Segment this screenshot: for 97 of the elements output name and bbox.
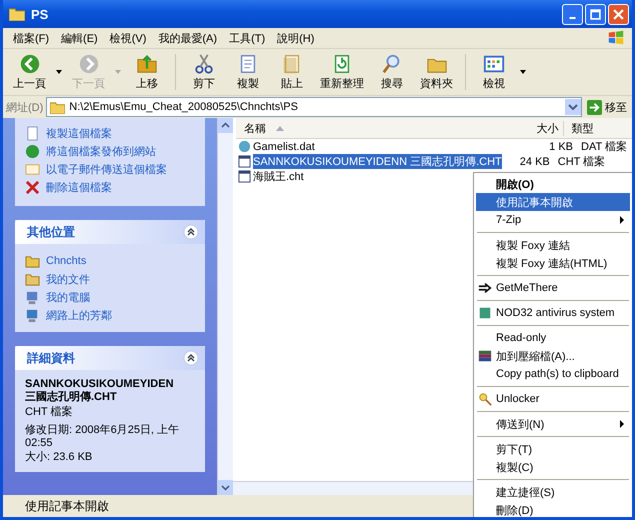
file-name: SANNKOKUSIKOUMEYIDEN 三國志孔明傳.CHT xyxy=(25,378,175,404)
menu-item[interactable]: 複製 Foxy 連結 xyxy=(476,236,630,254)
collapse-icon[interactable] xyxy=(183,224,199,240)
paste-button[interactable]: 貼上 xyxy=(270,51,314,93)
folders-button[interactable]: 資料夾 xyxy=(414,51,459,93)
collapse-icon[interactable] xyxy=(183,350,199,366)
refresh-button[interactable]: 重新整理 xyxy=(314,51,370,93)
menu-item[interactable]: 工具(T) xyxy=(223,30,272,46)
menu-item[interactable]: 7-Zip xyxy=(476,211,630,229)
computer-icon xyxy=(25,290,40,304)
folder-icon xyxy=(50,100,66,114)
menu-item[interactable]: 使用記事本開啟 xyxy=(476,193,630,211)
file-type: CHT 檔案 xyxy=(25,406,74,419)
menu-item[interactable]: 開啟(O) xyxy=(476,175,630,193)
scroll-down-icon[interactable] xyxy=(218,480,233,495)
panel-title: 詳細資料 xyxy=(27,350,75,366)
menu-item[interactable]: Read-only xyxy=(476,329,630,347)
views-button[interactable]: 檢視 xyxy=(472,51,516,93)
arrow-circle-icon xyxy=(18,53,40,75)
menu-item[interactable]: Unlocker xyxy=(476,390,630,408)
arrow-icon xyxy=(587,100,602,114)
document-icon xyxy=(238,155,251,168)
globe-icon xyxy=(25,144,40,158)
close-button[interactable] xyxy=(608,4,629,24)
file-size: 1 KB xyxy=(548,140,573,152)
menu-item[interactable]: 傳送到(N) xyxy=(476,415,630,433)
file-size: 24 KB xyxy=(518,156,550,168)
menu-item[interactable]: 說明(H) xyxy=(271,30,320,46)
file-type: CHT 檔案 xyxy=(558,154,606,169)
menu-item[interactable]: Copy path(s) to clipboard xyxy=(476,365,630,383)
scroll-up-icon[interactable] xyxy=(218,118,233,133)
place-link[interactable]: Chnchts xyxy=(46,255,86,267)
window-title: PS xyxy=(31,6,50,22)
column-header[interactable]: 名稱 xyxy=(236,120,512,136)
up-button[interactable]: 上移 xyxy=(125,51,169,93)
task-link[interactable]: 刪除這個檔案 xyxy=(46,180,112,194)
menu-item[interactable]: 建立捷徑(S) xyxy=(476,483,630,501)
folder-icon xyxy=(9,7,25,21)
address-field[interactable]: N:\2\Emus\Emu_Cheat_20080525\Chnchts\PS xyxy=(46,97,582,117)
place-link[interactable]: 網路上的芳鄰 xyxy=(46,308,112,322)
maximize-button[interactable] xyxy=(585,4,606,24)
scissors-icon xyxy=(193,53,215,75)
task-link[interactable]: 複製這個檔案 xyxy=(46,126,112,140)
file-name[interactable]: Gamelist.dat xyxy=(253,140,537,152)
back-button[interactable]: 上一頁 xyxy=(7,51,52,93)
menu-item[interactable]: 複製(C) xyxy=(476,458,630,476)
arrow-icon xyxy=(478,281,492,295)
address-label: 網址(D) xyxy=(6,100,44,114)
status-text: 使用記事本開啟 xyxy=(25,498,109,514)
place-link[interactable]: 我的電腦 xyxy=(46,290,90,304)
go-button[interactable]: 移至 xyxy=(585,100,629,114)
menu-item[interactable]: GetMeThere xyxy=(476,279,630,297)
column-header[interactable]: 大小 xyxy=(511,120,563,136)
maximize-icon xyxy=(590,8,601,20)
place-link[interactable]: 我的文件 xyxy=(46,272,90,286)
document-icon xyxy=(25,126,40,140)
menu-item[interactable]: 刪除(D) xyxy=(476,501,630,517)
modified-date: 修改日期: 2008年6月25日, 上午 02:55 xyxy=(25,424,180,450)
minimize-icon xyxy=(569,16,576,18)
menu-item[interactable]: 檢視(V) xyxy=(104,30,152,46)
menu-item[interactable]: 加到壓縮檔(A)... xyxy=(476,347,630,365)
file-type: DAT 檔案 xyxy=(581,140,628,154)
file-size: 大小: 23.6 KB xyxy=(25,451,94,464)
search-button[interactable]: 搜尋 xyxy=(370,51,414,93)
folder-up-icon xyxy=(136,53,158,75)
menu-item[interactable]: 複製 Foxy 連結(HTML) xyxy=(476,254,630,272)
document-folder-icon xyxy=(25,272,40,286)
document-icon xyxy=(238,170,251,183)
task-link[interactable]: 將這個檔案發佈到網站 xyxy=(46,144,156,158)
grid-icon xyxy=(483,53,505,75)
folder-icon xyxy=(25,254,40,268)
sort-arrow-icon xyxy=(276,126,284,130)
panel-title: 其他位置 xyxy=(27,224,75,240)
cut-button[interactable]: 剪下 xyxy=(182,51,226,93)
arrow-circle-icon xyxy=(78,53,100,75)
minimize-button[interactable] xyxy=(562,4,583,24)
books-icon xyxy=(478,349,492,363)
menu-item[interactable]: 剪下(T) xyxy=(476,440,630,458)
column-header[interactable]: 類型 xyxy=(562,120,632,136)
windows-logo-icon xyxy=(606,29,626,47)
network-icon xyxy=(25,308,40,322)
scrollbar[interactable] xyxy=(217,118,233,495)
envelope-icon xyxy=(25,162,40,176)
copy-button[interactable]: 複製 xyxy=(226,51,270,93)
file-name[interactable]: SANNKOKUSIKOUMEYIDENN 三國志孔明傳.CHT xyxy=(253,154,502,169)
app-icon xyxy=(478,306,492,320)
task-link[interactable]: 以電子郵件傳送這個檔案 xyxy=(46,162,167,176)
dropdown-caret-icon[interactable] xyxy=(56,70,62,74)
menu-item[interactable]: 編輯(E) xyxy=(55,30,104,46)
menu-item[interactable]: NOD32 antivirus system xyxy=(476,304,630,322)
menu-item[interactable]: 檔案(F) xyxy=(7,30,56,46)
globe-icon xyxy=(238,140,251,153)
magnifier-icon xyxy=(478,392,492,406)
menu-item[interactable]: 我的最愛(A) xyxy=(152,30,224,46)
dropdown-caret-icon[interactable] xyxy=(520,70,526,74)
x-icon xyxy=(25,180,40,194)
close-icon xyxy=(613,8,624,20)
